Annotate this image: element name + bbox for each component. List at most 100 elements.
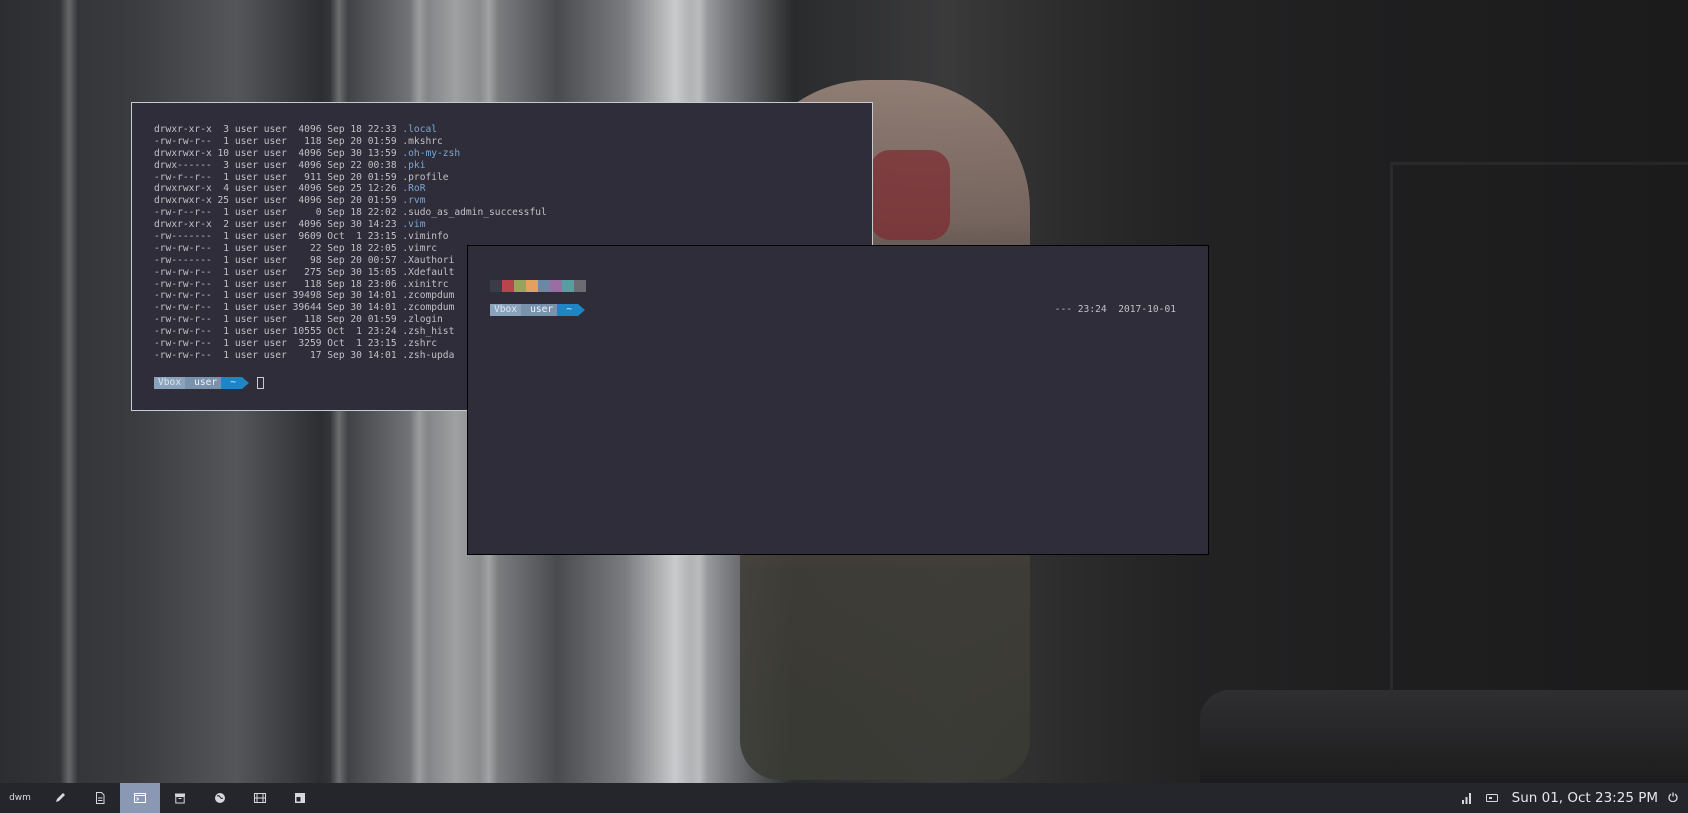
wall-frame [1390, 162, 1688, 728]
ls-row: drwxr-xr-x 3 user user 4096 Sep 18 22:33… [154, 124, 547, 136]
palette-swatch [514, 280, 526, 292]
ls-row: drwxrwxr-x 4 user user 4096 Sep 25 12:26… [154, 183, 547, 195]
ls-row: drwxrwxr-x 10 user user 4096 Sep 30 13:5… [154, 148, 547, 160]
ls-row-meta: -rw-rw-r-- 1 user user 17 Sep 30 14:01 [154, 349, 403, 361]
terminal-launcher[interactable] [120, 783, 160, 813]
signal-icon[interactable] [1461, 792, 1472, 804]
ls-row-name: .mkshrc [402, 135, 443, 147]
ls-row-meta: -rw-rw-r-- 1 user user 118 Sep 20 01:59 [154, 314, 403, 326]
palette-swatch [574, 280, 586, 292]
ls-row-name: .sudo_as_admin_successful [402, 207, 547, 219]
rprompt-dashes: --- [1054, 304, 1072, 315]
wallpaper-bed [1200, 690, 1688, 783]
ls-row-name: .zcompdum [402, 290, 455, 302]
rprompt-date: 2017-10-01 [1118, 304, 1176, 315]
prompt-arrow [578, 304, 585, 316]
ls-row-name: .vim [402, 219, 426, 231]
color-palette [490, 280, 586, 292]
ls-row: drwxr-xr-x 2 user user 4096 Sep 30 14:23… [154, 219, 547, 231]
editor-pen-launcher[interactable] [40, 783, 80, 813]
ls-row: -rw-r--r-- 1 user user 911 Sep 20 01:59 … [154, 172, 547, 184]
prompt-user: user [521, 304, 558, 316]
ls-row-meta: drwxrwxr-x 4 user user 4096 Sep 25 12:26 [154, 183, 403, 195]
ls-row-name: .zsh-upda [402, 349, 455, 361]
ls-row-meta: -rw-rw-r-- 1 user user 22 Sep 18 22:05 [154, 242, 403, 254]
launcher-group [40, 783, 320, 813]
rprompt-time: 23:24 [1077, 304, 1107, 315]
ls-row-meta: -rw-r--r-- 1 user user 0 Sep 18 22:02 [154, 207, 403, 219]
ls-row-name: .vimrc [402, 242, 438, 254]
ls-row-meta: -rw------- 1 user user 98 Sep 20 00:57 [154, 254, 403, 266]
ls-row-meta: -rw-rw-r-- 1 user user 275 Sep 30 15:05 [154, 266, 403, 278]
archive-icon [174, 792, 186, 804]
prompt-user: user [185, 377, 222, 389]
ls-row-name: .pki [402, 159, 426, 171]
ls-row-name: .viminfo [402, 231, 449, 243]
power-icon[interactable] [1668, 792, 1678, 805]
ls-row-meta: -rw------- 1 user user 9609 Oct 1 23:15 [154, 231, 403, 243]
ls-row-name: .Xdefault [402, 266, 455, 278]
curtain-fold [60, 0, 78, 783]
film-icon [254, 792, 266, 804]
ls-row-name: .rvm [402, 195, 426, 207]
network-card-icon[interactable] [1485, 793, 1498, 803]
ls-row-name: .local [402, 124, 438, 135]
right-prompt: --- 23:24 2017-10-01 [1055, 304, 1176, 316]
palette-swatch [490, 280, 502, 292]
prompt-path: ~ [221, 377, 242, 389]
ls-row-name: .Xauthori [402, 254, 455, 266]
text-cursor[interactable] [257, 377, 264, 389]
ls-row-name: .xinitrc [402, 278, 449, 290]
ls-row-meta: -rw-rw-r-- 1 user user 39644 Sep 30 14:0… [154, 302, 403, 314]
ls-row: drwxrwxr-x 25 user user 4096 Sep 20 01:5… [154, 195, 547, 207]
ls-row: drwx------ 3 user user 4096 Sep 22 00:38… [154, 160, 547, 172]
ls-row-meta: drwxr-xr-x 2 user user 4096 Sep 30 14:23 [154, 219, 403, 231]
shell-prompt: Vbox user ~ [154, 377, 264, 389]
wallpaper-shirt-print [870, 150, 950, 240]
palette-swatch [538, 280, 550, 292]
palette-swatch [502, 280, 514, 292]
document-icon [94, 792, 106, 804]
ls-row-meta: drwxrwxr-x 25 user user 4096 Sep 20 01:5… [154, 195, 403, 207]
ls-row-name: .zsh_hist [402, 326, 455, 338]
ls-row-meta: drwx------ 3 user user 4096 Sep 22 00:38 [154, 159, 403, 171]
clock[interactable]: Sun 01, Oct 23:25 PM [1512, 790, 1658, 806]
prompt-host: Vbox [490, 304, 522, 316]
ls-row-name: .RoR [402, 183, 426, 195]
palette-swatch [550, 280, 562, 292]
prompt-host: Vbox [154, 377, 186, 389]
ls-row-meta: drwxrwxr-x 10 user user 4096 Sep 30 13:5… [154, 147, 403, 159]
ls-row: -rw-rw-r-- 1 user user 118 Sep 20 01:59 … [154, 136, 547, 148]
prompt-arrow [242, 377, 249, 389]
terminal-icon [134, 792, 146, 804]
archive-launcher[interactable] [160, 783, 200, 813]
browser-launcher[interactable] [200, 783, 240, 813]
window-icon [294, 792, 306, 804]
ls-row-meta: -rw-rw-r-- 1 user user 118 Sep 18 23:06 [154, 278, 403, 290]
ls-row-meta: -rw-rw-r-- 1 user user 10555 Oct 1 23:24 [154, 326, 403, 338]
window-launcher[interactable] [280, 783, 320, 813]
document-launcher[interactable] [80, 783, 120, 813]
editor-pen-icon [54, 792, 66, 804]
browser-icon [214, 792, 226, 804]
ls-row-meta: -rw-r--r-- 1 user user 911 Sep 20 01:59 [154, 171, 403, 183]
terminal-window-front[interactable]: Vbox user ~ --- 23:24 2017-10-01 [467, 245, 1209, 555]
ls-row: -rw-r--r-- 1 user user 0 Sep 18 22:02 .s… [154, 207, 547, 219]
film-launcher[interactable] [240, 783, 280, 813]
ls-row-meta: -rw-rw-r-- 1 user user 39498 Sep 30 14:0… [154, 290, 403, 302]
ls-row: -rw------- 1 user user 9609 Oct 1 23:15 … [154, 231, 547, 243]
prompt-path: ~ [557, 304, 578, 316]
ls-row-meta: drwxr-xr-x 3 user user 4096 Sep 18 22:33 [154, 124, 403, 135]
ls-row-name: .zshrc [402, 338, 438, 350]
ls-row-name: .profile [402, 171, 449, 183]
taskbar: dwm Sun 01, Oct 23:25 PM [0, 783, 1688, 813]
ls-row-name: .zcompdum [402, 302, 455, 314]
ls-row-meta: -rw-rw-r-- 1 user user 3259 Oct 1 23:15 [154, 338, 403, 350]
start-menu-button[interactable]: dwm [0, 783, 40, 813]
ls-row-name: .zlogin [402, 314, 443, 326]
palette-swatch [562, 280, 574, 292]
shell-prompt: Vbox user ~ [490, 304, 585, 316]
ls-row-meta: -rw-rw-r-- 1 user user 118 Sep 20 01:59 [154, 135, 403, 147]
ls-row-name: .oh-my-zsh [402, 147, 461, 159]
palette-swatch [526, 280, 538, 292]
